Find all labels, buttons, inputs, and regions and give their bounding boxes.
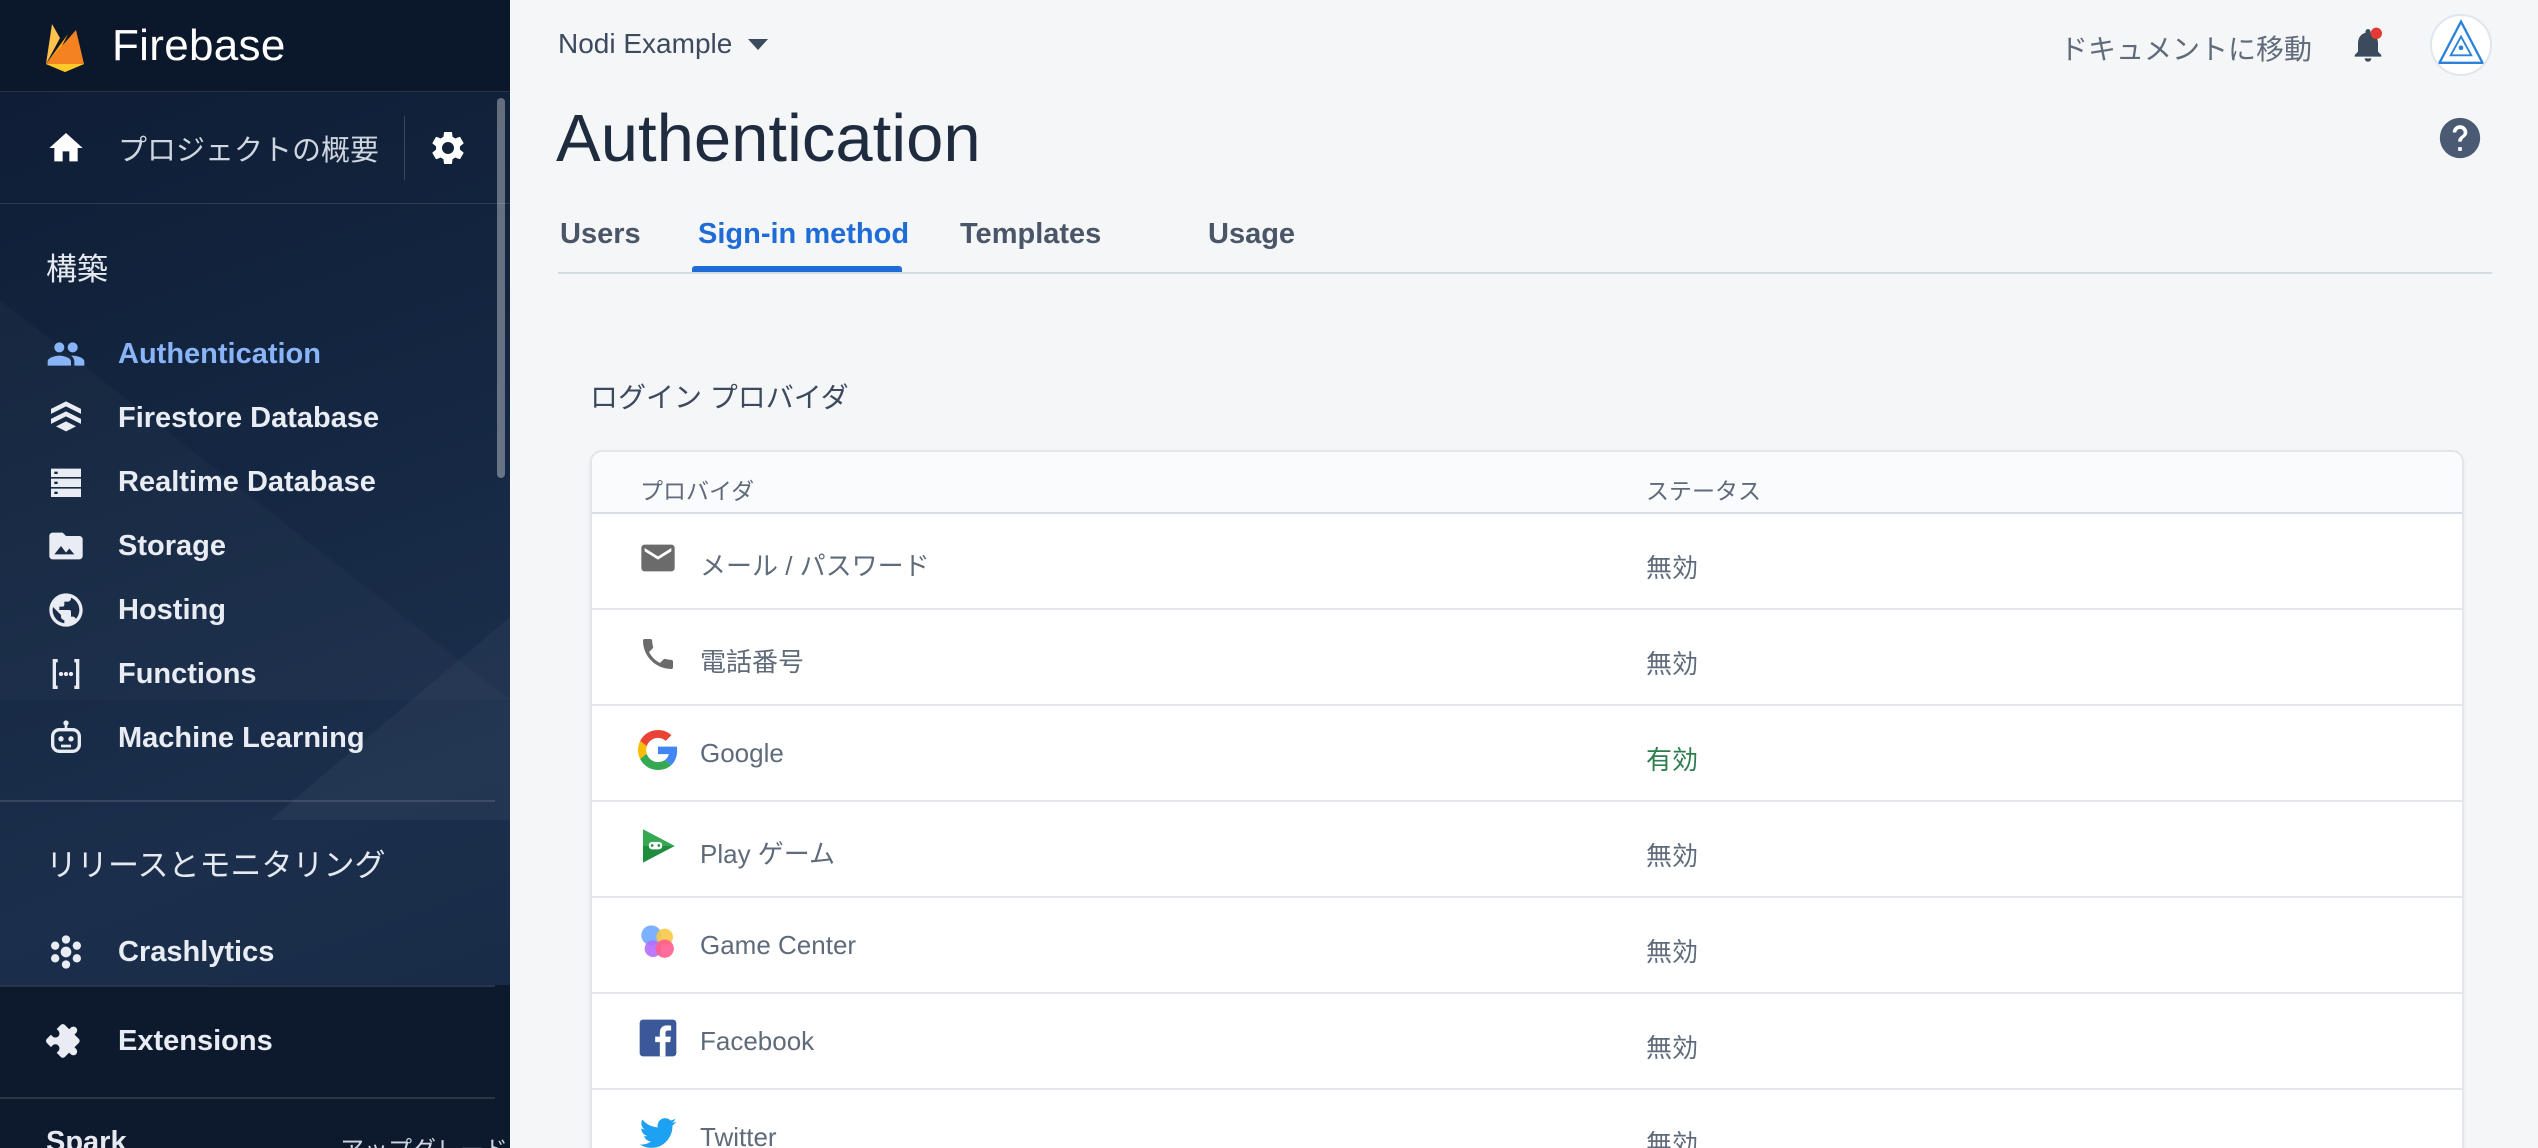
sidebar-item-functions[interactable]: Functions bbox=[0, 642, 500, 706]
sidebar-item-crashlytics[interactable]: Crashlytics bbox=[0, 920, 500, 984]
people-icon bbox=[47, 342, 85, 366]
avatar[interactable] bbox=[2430, 14, 2492, 76]
provider-name: メール / パスワード bbox=[700, 551, 930, 581]
sidebar-item-extensions[interactable]: Extensions bbox=[0, 1009, 500, 1073]
firebase-logo-icon[interactable] bbox=[42, 20, 88, 72]
table-row[interactable]: Game Center 無効 bbox=[592, 898, 2462, 994]
sidebar-divider bbox=[0, 800, 495, 802]
provider-name: Play ゲーム bbox=[700, 839, 836, 869]
table-header: プロバイダ ステータス bbox=[592, 452, 2462, 514]
game-center-icon bbox=[641, 925, 674, 958]
gear-icon[interactable] bbox=[428, 128, 468, 168]
sidebar-item-label: Realtime Database bbox=[118, 465, 376, 498]
provider-status: 無効 bbox=[1646, 841, 1699, 871]
functions-icon bbox=[52, 659, 80, 689]
firestore-icon bbox=[51, 401, 81, 432]
section-build-heading: 構築 bbox=[46, 252, 108, 287]
tab-templates[interactable]: Templates bbox=[960, 218, 1101, 251]
email-icon bbox=[641, 544, 675, 572]
avatar-image bbox=[2437, 19, 2485, 64]
home-icon bbox=[49, 132, 83, 161]
main-content: Nodi Example ドキュメントに移動 Authentication Us… bbox=[510, 0, 2538, 1148]
tab-users[interactable]: Users bbox=[560, 218, 641, 251]
tab-sign-in-method[interactable]: Sign-in method bbox=[698, 218, 909, 251]
divider bbox=[404, 116, 405, 180]
sidebar-bottom: Extensions bbox=[0, 985, 510, 1148]
provider-status: 無効 bbox=[1646, 1129, 1699, 1148]
sidebar-item-label: Machine Learning bbox=[118, 721, 365, 754]
sidebar-divider bbox=[0, 985, 495, 987]
bell-icon[interactable] bbox=[2348, 24, 2388, 66]
upgrade-link[interactable]: アップグレード bbox=[340, 1130, 508, 1148]
sidebar-header: Firebase bbox=[0, 0, 510, 92]
column-header-status: ステータス bbox=[1646, 478, 1761, 504]
provider-status: 無効 bbox=[1646, 649, 1699, 679]
table-row[interactable]: メール / パスワード 無効 bbox=[592, 514, 2462, 610]
sidebar-item-label: Extensions bbox=[118, 1024, 273, 1057]
docs-link[interactable]: ドキュメントに移動 bbox=[2060, 28, 2312, 68]
project-overview-label[interactable]: プロジェクトの概要 bbox=[118, 127, 379, 169]
sidebar-scrollbar[interactable] bbox=[497, 98, 505, 478]
sidebar: Firebase プロジェクトの概要 構築 Authentication Fir… bbox=[0, 0, 510, 1148]
table-row[interactable]: Twitter 無効 bbox=[592, 1090, 2462, 1148]
sidebar-item-machine-learning[interactable]: Machine Learning bbox=[0, 706, 500, 770]
section-title: ログイン プロバイダ bbox=[590, 382, 849, 413]
sidebar-item-label: Crashlytics bbox=[118, 935, 275, 968]
provider-status: 無効 bbox=[1646, 1033, 1699, 1063]
crashlytics-icon bbox=[51, 935, 81, 969]
globe-icon bbox=[49, 593, 83, 627]
table-row[interactable]: Play ゲーム 無効 bbox=[592, 802, 2462, 898]
provider-status: 無効 bbox=[1646, 553, 1699, 583]
play-games-icon bbox=[643, 829, 675, 863]
project-selector[interactable]: Nodi Example bbox=[558, 28, 769, 60]
providers-table: プロバイダ ステータス メール / パスワード 無効 電話番号 無効 Googl… bbox=[590, 450, 2464, 1148]
robot-icon bbox=[51, 720, 81, 753]
plan-label: Spark bbox=[46, 1126, 127, 1148]
sidebar-item-label: Firestore Database bbox=[118, 401, 380, 434]
provider-status: 無効 bbox=[1646, 937, 1699, 967]
help-icon[interactable] bbox=[2438, 116, 2482, 160]
sidebar-divider bbox=[0, 1097, 495, 1099]
tab-bar: Users Sign-in method Templates Usage bbox=[558, 208, 2492, 274]
facebook-icon bbox=[639, 1019, 677, 1057]
table-row[interactable]: 電話番号 無効 bbox=[592, 610, 2462, 706]
column-header-provider: プロバイダ bbox=[640, 478, 755, 504]
provider-name: Twitter bbox=[700, 1122, 777, 1148]
sidebar-item-hosting[interactable]: Hosting bbox=[0, 578, 500, 642]
twitter-icon bbox=[639, 1118, 677, 1148]
google-icon bbox=[638, 730, 678, 770]
sidebar-item-label: Functions bbox=[118, 657, 257, 690]
extensions-icon bbox=[46, 1024, 80, 1058]
active-tab-indicator bbox=[692, 266, 902, 272]
sidebar-item-storage[interactable]: Storage bbox=[0, 514, 500, 578]
section-release-heading: リリースとモニタリング bbox=[46, 848, 386, 883]
sidebar-item-realtime-database[interactable]: Realtime Database bbox=[0, 450, 500, 514]
page-title: Authentication bbox=[556, 101, 981, 176]
table-row[interactable]: Google 有効 bbox=[592, 706, 2462, 802]
phone-icon bbox=[643, 639, 673, 669]
database-icon bbox=[51, 468, 81, 497]
sidebar-item-authentication[interactable]: Authentication bbox=[0, 322, 500, 386]
sidebar-item-label: Authentication bbox=[118, 337, 321, 370]
image-icon bbox=[49, 532, 83, 560]
tab-usage[interactable]: Usage bbox=[1208, 218, 1295, 251]
provider-name: Facebook bbox=[700, 1026, 815, 1056]
project-name: Nodi Example bbox=[558, 28, 733, 59]
provider-name: Game Center bbox=[700, 930, 857, 960]
provider-status-enabled: 有効 bbox=[1646, 745, 1699, 775]
chevron-down-icon bbox=[748, 38, 769, 50]
sidebar-item-label: Storage bbox=[118, 529, 226, 562]
provider-name: Google bbox=[700, 738, 784, 768]
project-overview-row[interactable]: プロジェクトの概要 bbox=[0, 92, 510, 204]
table-row[interactable]: Facebook 無効 bbox=[592, 994, 2462, 1090]
provider-name: 電話番号 bbox=[700, 647, 805, 677]
sidebar-item-firestore[interactable]: Firestore Database bbox=[0, 386, 500, 450]
brand-name[interactable]: Firebase bbox=[112, 21, 286, 71]
sidebar-item-label: Hosting bbox=[118, 593, 226, 626]
